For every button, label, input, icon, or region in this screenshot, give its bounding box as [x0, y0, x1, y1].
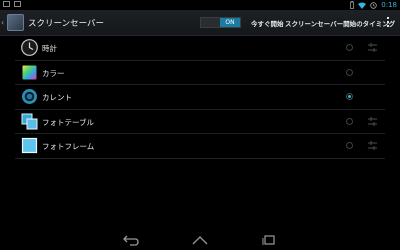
- image-icon: [3, 1, 10, 7]
- settings-sliders-icon[interactable]: [367, 140, 378, 151]
- alarm-icon: [370, 1, 377, 9]
- clock-icon: [21, 39, 38, 56]
- item-label: カレント: [42, 93, 72, 102]
- photo-table-icon: [21, 113, 38, 129]
- start-now-button[interactable]: 今すぐ開始: [251, 18, 284, 28]
- when-to-start-button[interactable]: スクリーンセーバー開始のタイミング: [285, 18, 395, 28]
- list-item-currents[interactable]: カレント: [15, 85, 385, 110]
- recent-apps-icon[interactable]: [259, 234, 279, 246]
- screensaver-list: 時計 カラー カレント フォトテーブル フォトフレーム: [15, 36, 385, 159]
- screensaver-app-icon[interactable]: [7, 14, 24, 31]
- radio-button[interactable]: [346, 142, 353, 149]
- radio-button[interactable]: [346, 44, 353, 51]
- item-label: フォトテーブル: [42, 117, 95, 127]
- screensaver-toggle[interactable]: ON: [200, 17, 241, 28]
- navigation-bar: [0, 230, 400, 250]
- currents-icon: [22, 89, 37, 104]
- action-bar: ‹ スクリーンセーバー ON 今すぐ開始 スクリーンセーバー開始のタイミング: [0, 10, 400, 36]
- list-item-photo-frame[interactable]: フォトフレーム: [15, 134, 385, 159]
- battery-icon: [350, 1, 355, 9]
- back-icon[interactable]: [121, 234, 141, 246]
- item-label: 時計: [42, 44, 57, 53]
- overflow-menu-icon[interactable]: [386, 17, 390, 27]
- photo-frame-icon: [21, 137, 38, 154]
- notification-icons: [3, 1, 21, 7]
- settings-sliders-icon[interactable]: [367, 116, 378, 127]
- toggle-on-label: ON: [220, 18, 240, 27]
- page-title: スクリーンセーバー: [28, 19, 104, 29]
- settings-sliders-icon[interactable]: [367, 42, 378, 53]
- item-label: フォトフレーム: [42, 142, 95, 151]
- up-caret-icon[interactable]: ‹: [1, 18, 4, 27]
- item-label: カラー: [42, 68, 65, 78]
- wifi-icon: [358, 2, 367, 9]
- radio-button[interactable]: [346, 117, 353, 125]
- system-icons: 0:18: [350, 0, 397, 10]
- status-time: 0:18: [381, 1, 397, 9]
- radio-button-selected[interactable]: [346, 93, 353, 100]
- colors-icon: [22, 65, 37, 79]
- list-item-photo-table[interactable]: フォトテーブル: [15, 110, 385, 134]
- list-item-colors[interactable]: カラー: [15, 61, 385, 85]
- mail-icon: [14, 1, 21, 7]
- home-icon[interactable]: [190, 234, 210, 246]
- list-item-clock[interactable]: 時計: [15, 36, 385, 61]
- radio-button[interactable]: [346, 68, 353, 76]
- status-bar: 0:18: [0, 0, 400, 10]
